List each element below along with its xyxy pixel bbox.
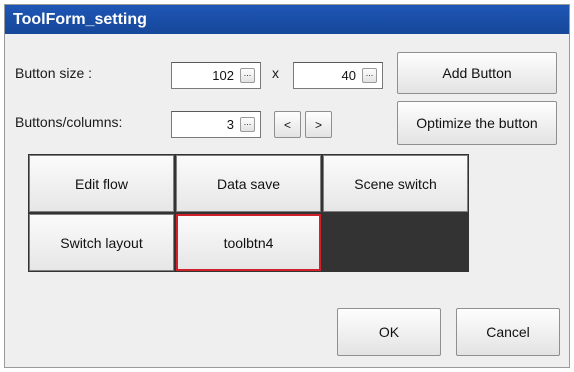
optimize-button[interactable]: Optimize the button — [397, 101, 557, 145]
button-height-value: 40 — [341, 68, 356, 83]
button-width-field[interactable]: 102 ... — [171, 62, 261, 89]
tool-buttons-grid: Edit flow Data save Scene switch Switch … — [28, 154, 469, 272]
tool-button-toolbtn4[interactable]: toolbtn4 — [176, 214, 321, 271]
columns-prev-button[interactable]: < — [274, 111, 301, 138]
columns-next-button[interactable]: > — [305, 111, 332, 138]
toolform-setting-window: ToolForm_setting Button size : 102 ... x… — [4, 4, 570, 368]
tool-button-switch-layout[interactable]: Switch layout — [29, 214, 174, 271]
buttons-columns-label: Buttons/columns: — [15, 114, 123, 130]
columns-value: 3 — [226, 117, 234, 132]
columns-ellipsis-button[interactable]: ... — [240, 117, 255, 132]
button-width-value: 102 — [212, 68, 234, 83]
columns-field[interactable]: 3 ... — [171, 111, 261, 138]
ok-button[interactable]: OK — [337, 308, 441, 356]
button-width-ellipsis-button[interactable]: ... — [240, 68, 255, 83]
add-button[interactable]: Add Button — [397, 52, 557, 94]
tool-button-scene-switch[interactable]: Scene switch — [323, 155, 468, 212]
button-height-ellipsis-button[interactable]: ... — [362, 68, 377, 83]
button-height-field[interactable]: 40 ... — [293, 62, 383, 89]
size-separator: x — [272, 65, 279, 81]
window-title: ToolForm_setting — [5, 5, 569, 34]
cancel-button[interactable]: Cancel — [456, 308, 560, 356]
tool-button-edit-flow[interactable]: Edit flow — [29, 155, 174, 212]
button-size-label: Button size : — [15, 65, 93, 81]
tool-button-data-save[interactable]: Data save — [176, 155, 321, 212]
